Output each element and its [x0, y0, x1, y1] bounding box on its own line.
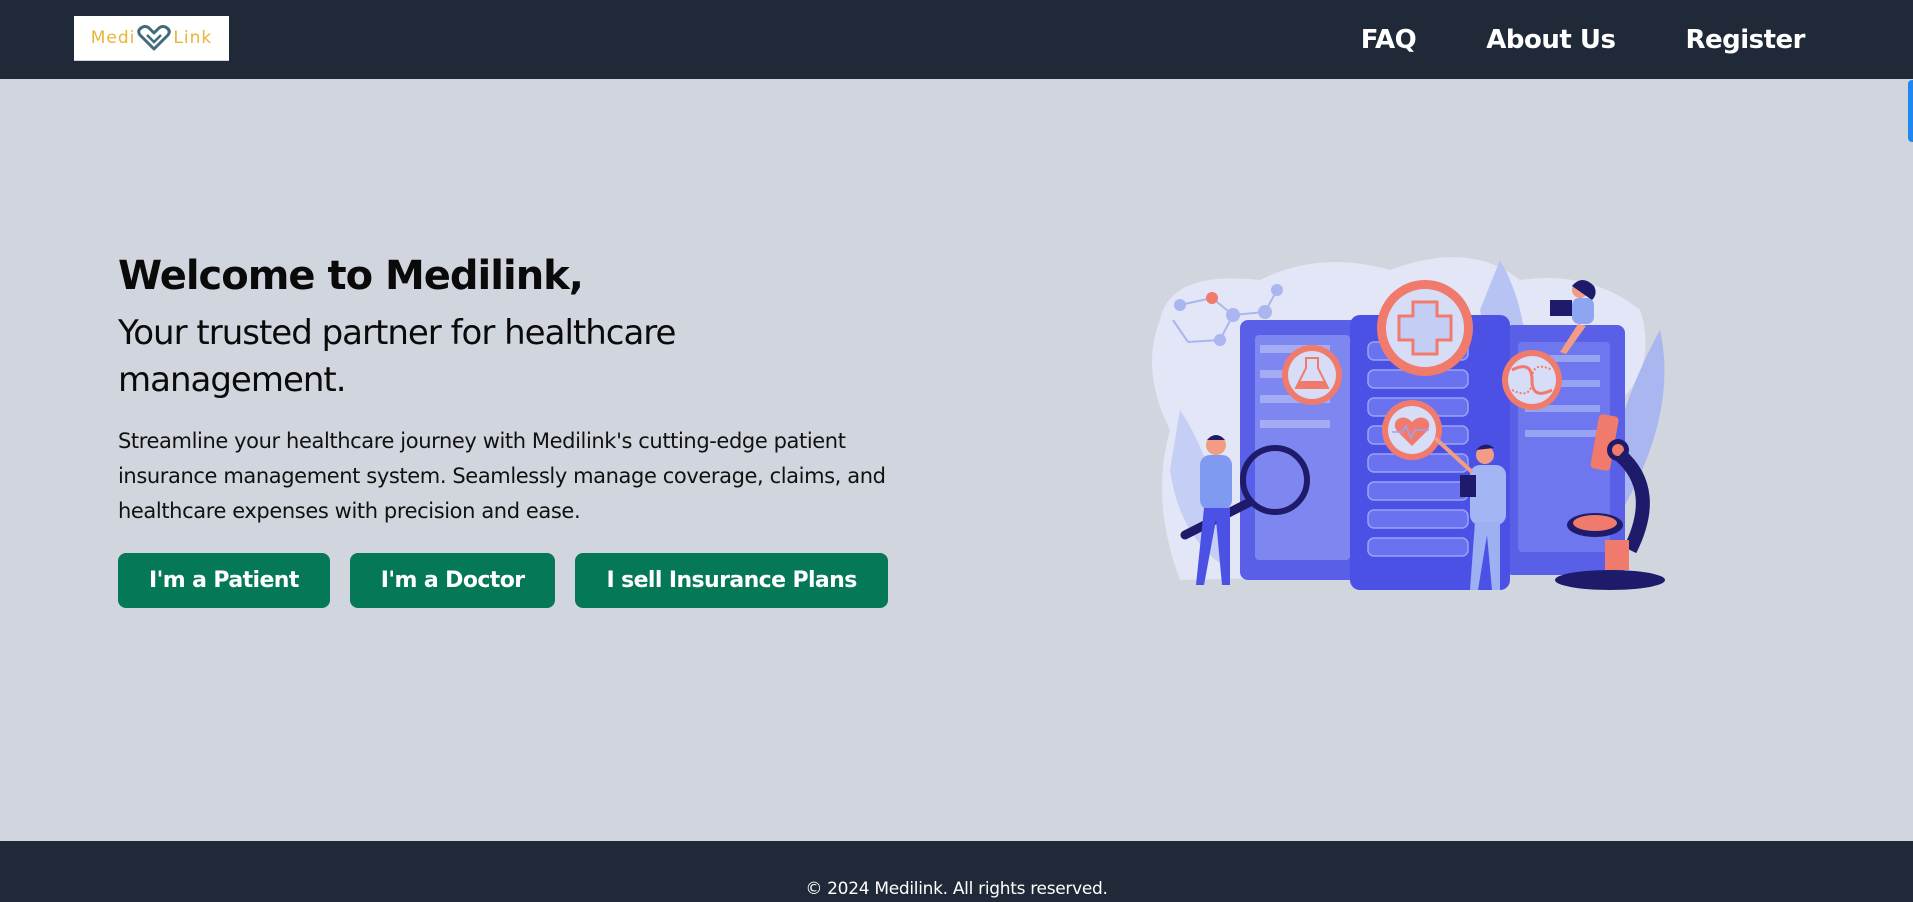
scrollbar-thumb[interactable] [1908, 80, 1913, 142]
nav-link-about-us[interactable]: About Us [1486, 25, 1616, 55]
logo-text-left: Medi [90, 28, 136, 48]
dna-icon [1502, 350, 1562, 410]
heartbeat-icon [1382, 400, 1442, 460]
hero-title: Welcome to Medilink, [118, 253, 584, 299]
hero-illustration [1152, 257, 1665, 590]
heart-check-icon [137, 25, 172, 51]
medical-cross-icon [1377, 280, 1473, 376]
doctor-button[interactable]: I'm a Doctor [349, 553, 556, 608]
logo-text-right: Link [173, 28, 213, 48]
hero-section: Welcome to Medilink, Your trusted partne… [118, 248, 938, 608]
footer: © 2024 Medilink. All rights reserved. [0, 841, 1913, 902]
insurance-seller-button[interactable]: I sell Insurance Plans [575, 553, 888, 608]
nav-links: FAQ About Us Register [1361, 0, 1806, 79]
nav-link-faq[interactable]: FAQ [1361, 25, 1417, 55]
patient-button[interactable]: I'm a Patient [118, 553, 330, 608]
hero-description: Streamline your healthcare journey with … [118, 429, 886, 523]
role-buttons: I'm a Patient I'm a Doctor I sell Insura… [118, 553, 938, 608]
nav-link-register[interactable]: Register [1685, 25, 1805, 55]
hero-subtitle: Your trusted partner for healthcare mana… [118, 313, 676, 400]
navbar: Medi Link FAQ About Us Register [0, 0, 1913, 79]
flask-icon [1282, 345, 1342, 405]
copyright-text: © 2024 Medilink. All rights reserved. [805, 878, 1108, 899]
logo[interactable]: Medi Link [74, 16, 229, 61]
